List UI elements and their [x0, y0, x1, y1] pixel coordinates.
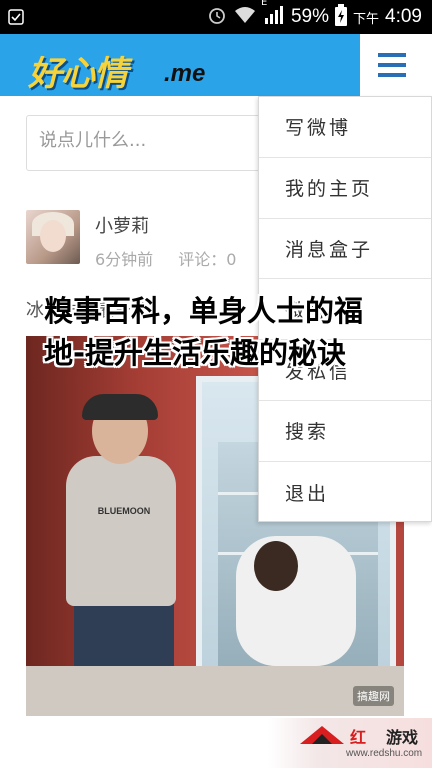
- network-type-label: E: [260, 0, 268, 8]
- standing-person-body: [66, 456, 176, 606]
- menu-item-logout[interactable]: 退出: [259, 462, 431, 523]
- post-input-placeholder: 说点儿什么...: [39, 130, 147, 151]
- post-input[interactable]: 说点儿什么...: [26, 115, 286, 171]
- wifi-icon: [233, 5, 257, 29]
- app-header: 好心情 .me: [0, 34, 432, 96]
- banner-text-red: 红: [350, 728, 367, 747]
- battery-percent: 59%: [290, 6, 329, 27]
- shirt-text: BLUEMOON: [97, 506, 151, 516]
- status-bar: E 59% 下午 4:09: [0, 0, 432, 34]
- banner-url: www.redshu.com: [346, 748, 423, 759]
- watermark-banner: 红 游戏 www.redshu.com: [268, 718, 432, 768]
- avatar[interactable]: [26, 210, 80, 264]
- clock: 4:09: [385, 6, 422, 27]
- red-triangle-logo-icon: [300, 724, 344, 746]
- logo-suffix-text: .me: [164, 60, 206, 87]
- overlay-headline: 糗事百科，单身人士的福地-提升生活乐趣的秘诀: [44, 294, 364, 370]
- signal-icon: E: [261, 0, 285, 29]
- menu-item-search[interactable]: 搜索: [259, 401, 431, 462]
- menu-item-my-home[interactable]: 我的主页: [259, 158, 431, 219]
- menu-item-messages[interactable]: 消息盒子: [259, 219, 431, 280]
- post-meta: 6分钟前 评论：0: [95, 246, 256, 270]
- time-period: 下午: [353, 11, 380, 27]
- hamburger-menu-icon[interactable]: [360, 34, 432, 96]
- battery-charging-icon: [335, 4, 347, 30]
- post-time: 6分钟前: [95, 250, 154, 269]
- app-logo[interactable]: 好心情 .me: [28, 42, 218, 94]
- logo-main-text: 好心情: [28, 54, 128, 94]
- notification-icon: [8, 9, 24, 25]
- post-username[interactable]: 小萝莉: [95, 212, 149, 238]
- banner-text-black: 游戏: [386, 728, 419, 747]
- photo-watermark: 搞趣网: [353, 686, 394, 706]
- alarm-icon: [207, 5, 227, 29]
- post-comments-link[interactable]: 评论：0: [178, 250, 236, 269]
- crouching-person-head: [254, 541, 298, 591]
- standing-person-cap: [82, 394, 158, 420]
- menu-item-compose[interactable]: 写微博: [259, 97, 431, 158]
